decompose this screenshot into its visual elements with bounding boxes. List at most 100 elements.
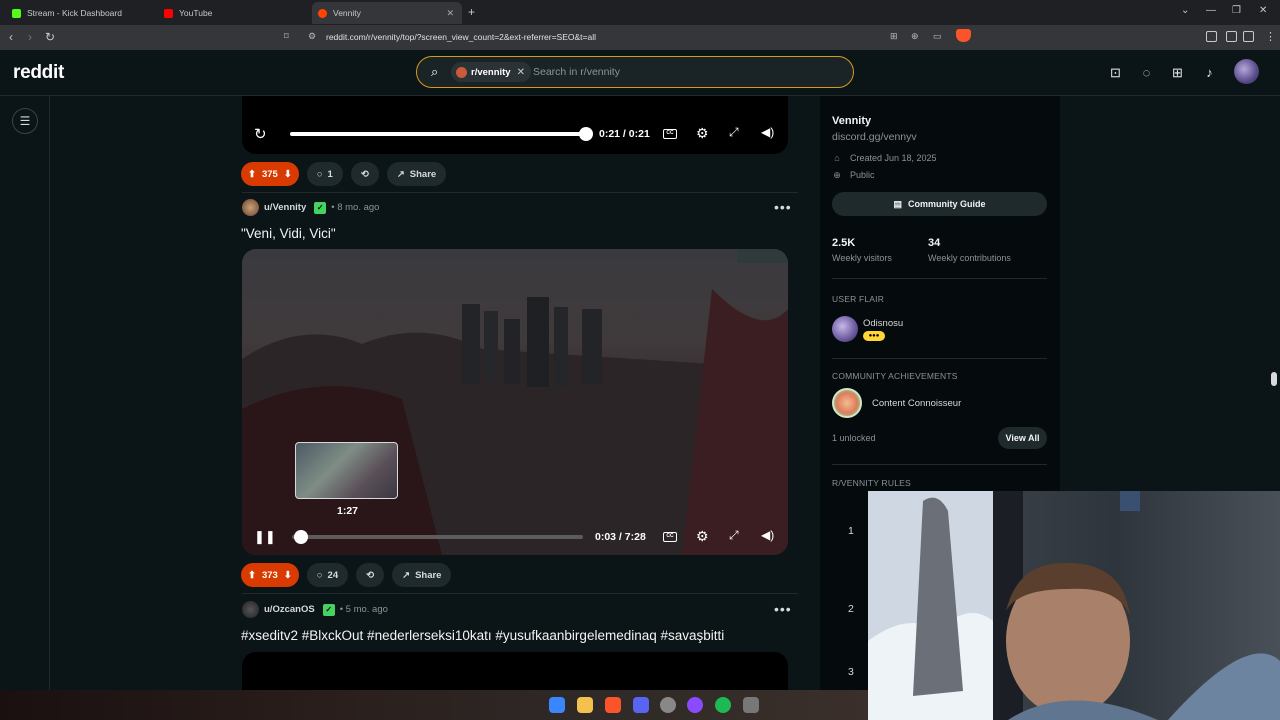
tab-youtube[interactable]: YouTube: [160, 2, 310, 24]
minimize-icon[interactable]: —: [1206, 5, 1216, 16]
comment-count: 24: [327, 569, 339, 581]
prev-post-video[interactable]: ↻ 0:21 / 0:21 CC ⚙ ⤢ ◀): [242, 96, 788, 154]
clear-chip-icon[interactable]: ✕: [517, 67, 525, 78]
widgets-icon[interactable]: [549, 697, 565, 713]
next-post-video[interactable]: [242, 652, 788, 692]
notifications-icon[interactable]: ♪: [1202, 65, 1217, 80]
post-title[interactable]: #xseditv2 #BlxckOut #nederlerseksi10katı…: [241, 628, 724, 643]
extensions-icon[interactable]: [1206, 31, 1217, 42]
close-tab-icon[interactable]: ✕: [446, 8, 454, 19]
address-bar[interactable]: ⌑ ⚙ reddit.com/r/vennity/top/?screen_vie…: [282, 28, 978, 47]
crosspost-button[interactable]: ⟲: [356, 563, 385, 587]
maximize-icon[interactable]: ❐: [1232, 5, 1241, 16]
community-description[interactable]: discord.gg/vennyv: [832, 131, 917, 143]
user-avatar[interactable]: [1234, 59, 1259, 84]
rule-number[interactable]: 2: [848, 603, 854, 615]
chat-icon[interactable]: ◌: [1139, 65, 1154, 80]
vote-control[interactable]: ⬆ 373 ⬇: [241, 563, 299, 587]
volume-icon[interactable]: ◀): [761, 125, 774, 139]
fullscreen-icon[interactable]: ⤢: [729, 528, 739, 543]
vote-control[interactable]: ⬆ 375 ⬇: [241, 162, 299, 186]
main-progress-bar[interactable]: [292, 535, 583, 539]
discord-icon[interactable]: [633, 697, 649, 713]
file-explorer-icon[interactable]: [577, 697, 593, 713]
page-scrollbar[interactable]: [1271, 372, 1277, 386]
captions-icon[interactable]: CC: [663, 532, 677, 542]
reload-icon[interactable]: ↻: [45, 30, 55, 44]
settings-icon[interactable]: ⚙: [696, 528, 709, 545]
share-button[interactable]: ↗ Share: [386, 162, 447, 186]
subreddit-chip[interactable]: r/vennity ✕: [451, 62, 531, 82]
chip-label: r/vennity: [471, 66, 511, 78]
replay-icon[interactable]: ↻: [254, 125, 267, 143]
prev-progress-bar[interactable]: [290, 132, 586, 136]
wallet-icon[interactable]: [1226, 31, 1237, 42]
search-input[interactable]: Search in r/vennity: [533, 66, 620, 78]
reddit-logo[interactable]: reddit: [13, 62, 64, 84]
obs-icon[interactable]: [687, 697, 703, 713]
url-text[interactable]: reddit.com/r/vennity/top/?screen_view_co…: [326, 32, 596, 42]
back-icon[interactable]: ‹: [9, 30, 13, 44]
tab-vennity[interactable]: Vennity ✕: [312, 2, 462, 24]
create-post-icon[interactable]: ⊞: [1170, 65, 1185, 80]
site-info-icon[interactable]: ⚙: [308, 31, 316, 42]
hamburger-menu-icon[interactable]: ☰: [12, 108, 38, 134]
author-avatar[interactable]: [242, 601, 259, 618]
advertise-icon[interactable]: ⊡: [1108, 65, 1123, 80]
bookmark-icon[interactable]: ⌑: [284, 31, 289, 42]
forward-icon[interactable]: ›: [28, 30, 32, 44]
spotify-icon[interactable]: [715, 697, 731, 713]
captions-icon[interactable]: CC: [663, 129, 677, 139]
main-post-video[interactable]: ❚❚ 0:03 / 7:28 CC ⚙ ⤢ ◀): [242, 249, 788, 555]
post-menu-icon[interactable]: •••: [774, 199, 792, 215]
new-tab-icon[interactable]: +: [468, 5, 475, 19]
guide-label: Community Guide: [908, 199, 986, 209]
community-guide-button[interactable]: ▤ Community Guide: [832, 192, 1047, 216]
pause-icon[interactable]: ❚❚: [254, 529, 276, 545]
app-icon[interactable]: [743, 697, 759, 713]
crosspost-button[interactable]: ⟲: [350, 162, 379, 186]
volume-icon[interactable]: ◀): [761, 528, 774, 542]
author-name[interactable]: u/Vennity: [264, 202, 306, 213]
fullscreen-icon[interactable]: ⤢: [729, 125, 739, 140]
brave-browser-icon[interactable]: [605, 697, 621, 713]
sidebar-icon[interactable]: [1243, 31, 1254, 42]
brave-shield-icon[interactable]: [956, 29, 971, 42]
settings-icon[interactable]: ⚙: [696, 125, 709, 142]
author-name[interactable]: u/OzcanOS: [264, 604, 315, 615]
prev-progress-knob[interactable]: [579, 127, 593, 141]
weekly-contributions-value: 34: [928, 237, 941, 249]
downvote-icon[interactable]: ⬇: [284, 169, 292, 180]
author-avatar[interactable]: [242, 199, 259, 216]
achievement-badge-icon[interactable]: [832, 388, 862, 418]
zoom-icon[interactable]: ⊕: [911, 31, 919, 42]
rule-number[interactable]: 1: [848, 525, 854, 537]
post-divider: [242, 593, 798, 594]
browser-tabbar: Stream - Kick Dashboard YouTube Vennity …: [0, 0, 1280, 25]
achievement-name[interactable]: Content Connoisseur: [872, 398, 961, 409]
steam-icon[interactable]: [660, 697, 676, 713]
comments-button[interactable]: ○ 1: [306, 162, 343, 186]
search-bar[interactable]: ⌕ r/vennity ✕ Search in r/vennity: [416, 56, 854, 88]
downvote-icon[interactable]: ⬇: [284, 570, 292, 581]
crosspost-icon: ⟲: [366, 569, 375, 581]
menu-icon[interactable]: ⋮: [1265, 30, 1276, 43]
tab-kick[interactable]: Stream - Kick Dashboard: [8, 2, 158, 24]
rule-number[interactable]: 3: [848, 666, 854, 678]
post-menu-icon[interactable]: •••: [774, 601, 792, 617]
post-title[interactable]: "Veni, Vidi, Vici": [241, 226, 336, 241]
upvote-icon[interactable]: ⬆: [248, 570, 256, 581]
upvote-icon[interactable]: ⬆: [248, 169, 256, 180]
view-all-button[interactable]: View All: [998, 427, 1047, 449]
share-icon: ↗: [396, 168, 405, 180]
translate-icon[interactable]: ⊞: [890, 31, 898, 42]
tab-list-icon[interactable]: ⌄: [1181, 5, 1189, 16]
comments-button[interactable]: ○ 24: [306, 563, 349, 587]
close-window-icon[interactable]: ✕: [1259, 5, 1267, 16]
cast-icon[interactable]: ▭: [933, 31, 942, 42]
share-button[interactable]: ↗ Share: [392, 563, 452, 587]
flair-username[interactable]: Odisnosu: [863, 318, 903, 329]
main-time: 0:03 / 7:28: [595, 531, 646, 543]
flair-avatar[interactable]: [832, 316, 858, 342]
main-progress-knob[interactable]: [294, 530, 309, 544]
